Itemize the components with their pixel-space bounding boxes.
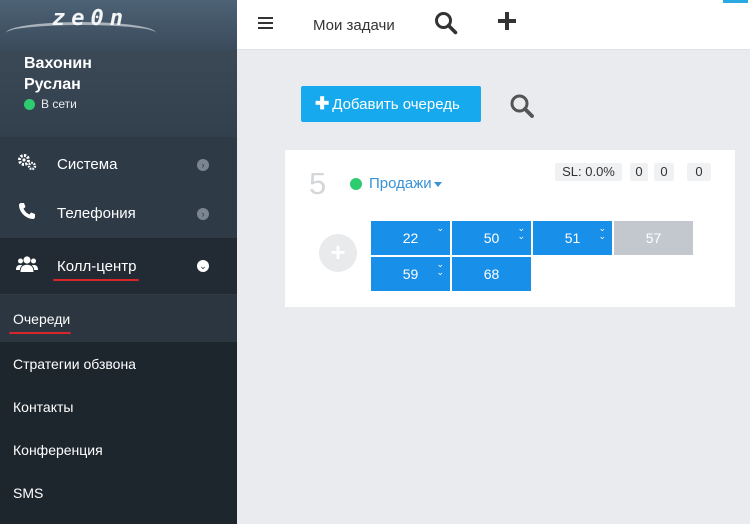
caret-down-icon bbox=[433, 182, 442, 187]
user-profile: Вахонин Руслан В сети bbox=[0, 50, 237, 137]
sl-badge: SL: 0.0% bbox=[555, 163, 622, 181]
submenu-item-contacts[interactable]: Контакты bbox=[0, 385, 237, 428]
user-second-line: Руслан bbox=[24, 76, 81, 93]
sidebar-item-label: Система bbox=[57, 156, 118, 173]
agent-extension: 50 bbox=[483, 230, 500, 246]
add-queue-label: Добавить очередь bbox=[332, 95, 460, 113]
sidebar-item-telephony[interactable]: Телефония › bbox=[0, 189, 237, 238]
agent-extension: 57 bbox=[645, 230, 662, 246]
queue-name-dropdown[interactable]: Продажи bbox=[350, 175, 442, 192]
double-chevron-down-icon[interactable]: ⌄ ⌄ bbox=[598, 224, 606, 241]
sidebar-item-callcenter[interactable]: Колл-центр ⌄ bbox=[0, 238, 237, 294]
queue-number: 5 bbox=[309, 166, 327, 201]
double-chevron-down-icon[interactable]: ⌄ ⌄ bbox=[517, 224, 525, 241]
sidebar-item-system[interactable]: Система › bbox=[0, 140, 237, 189]
search-icon[interactable] bbox=[434, 11, 458, 40]
sidebar-item-label: Телефония bbox=[57, 205, 136, 222]
corner-accent bbox=[723, 0, 748, 3]
agent-tile[interactable]: 57 bbox=[614, 221, 693, 255]
counter-badge: 0 bbox=[687, 163, 711, 181]
chevron-right-icon: › bbox=[197, 207, 209, 220]
submenu-item-label: SMS bbox=[13, 484, 44, 501]
submenu-item-conference[interactable]: Конференция bbox=[0, 428, 237, 471]
agent-tile[interactable]: 50 ⌄ ⌄ bbox=[452, 221, 531, 255]
plus-icon[interactable] bbox=[497, 8, 517, 36]
sidebar: ze0n Вахонин Руслан В сети Система › Тел… bbox=[0, 0, 237, 524]
highlight-underline bbox=[9, 332, 71, 334]
agent-extension: 22 bbox=[402, 230, 419, 246]
logo: ze0n bbox=[52, 6, 129, 31]
my-tasks-link[interactable]: Мои задачи bbox=[313, 17, 395, 34]
chevron-down-icon[interactable]: ⌄ bbox=[436, 224, 444, 233]
agent-tile[interactable]: 22 ⌄ bbox=[371, 221, 450, 255]
user-status-label: В сети bbox=[41, 97, 77, 111]
queue-card: 5 Продажи SL: 0.0% 0 0 0 + 22 ⌄ 50 ⌄ ⌄ 51… bbox=[285, 150, 735, 307]
submenu-item-dial-strategies[interactable]: Стратегии обзвона bbox=[0, 342, 237, 385]
topbar: Мои задачи bbox=[237, 0, 750, 50]
queue-name: Продажи bbox=[369, 175, 432, 192]
gears-icon bbox=[15, 153, 39, 176]
submenu-item-sms[interactable]: SMS bbox=[0, 471, 237, 514]
logo-bar[interactable]: ze0n bbox=[0, 0, 237, 50]
submenu-item-queues[interactable]: Очереди bbox=[0, 295, 237, 342]
add-agent-button[interactable]: + bbox=[319, 234, 357, 272]
counter-badge: 0 bbox=[630, 163, 648, 181]
agent-extension: 59 bbox=[402, 266, 419, 282]
phone-icon bbox=[15, 202, 39, 225]
submenu-item-label: Стратегии обзвона bbox=[13, 355, 136, 372]
plus-icon: ✚ bbox=[315, 94, 330, 113]
chevron-right-icon: › bbox=[197, 158, 209, 171]
agent-tile[interactable]: 68 bbox=[452, 257, 531, 291]
double-chevron-down-icon[interactable]: ⌄ ⌄ bbox=[436, 260, 444, 277]
add-queue-button[interactable]: ✚ Добавить очередь bbox=[301, 86, 481, 122]
agent-extension: 68 bbox=[483, 266, 500, 282]
hamburger-icon[interactable] bbox=[258, 17, 273, 30]
submenu-item-label: Конференция bbox=[13, 441, 103, 458]
users-icon bbox=[15, 255, 39, 278]
highlight-underline bbox=[53, 279, 139, 281]
counter-badge: 0 bbox=[654, 163, 674, 181]
submenu-item-label: Очереди bbox=[13, 310, 71, 327]
user-first-line: Вахонин bbox=[24, 55, 92, 72]
search-icon[interactable] bbox=[509, 93, 535, 124]
online-status-icon bbox=[24, 98, 35, 110]
submenu-item-label: Контакты bbox=[13, 398, 74, 415]
agent-tile[interactable]: 59 ⌄ ⌄ bbox=[371, 257, 450, 291]
agent-tile[interactable]: 51 ⌄ ⌄ bbox=[533, 221, 612, 255]
agent-extension: 51 bbox=[564, 230, 581, 246]
user-status: В сети bbox=[24, 97, 237, 111]
callcenter-submenu: Очереди Стратегии обзвона Контакты Конфе… bbox=[0, 295, 237, 524]
sidebar-item-label: Колл-центр bbox=[57, 257, 137, 275]
chevron-down-icon: ⌄ bbox=[197, 260, 209, 272]
online-status-icon bbox=[350, 177, 362, 190]
